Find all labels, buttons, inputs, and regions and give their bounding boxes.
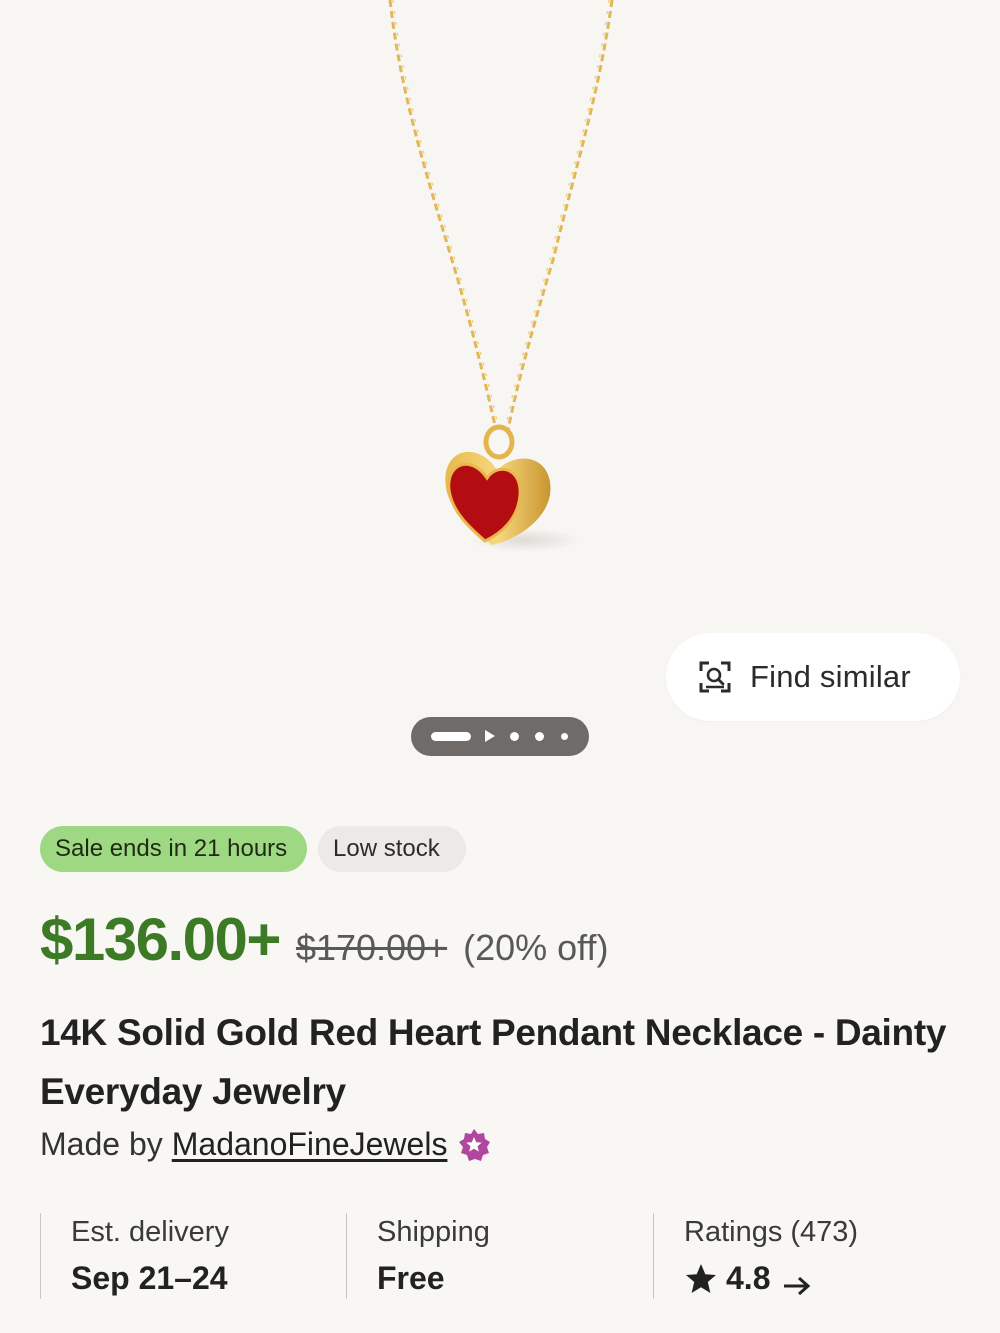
find-similar-button[interactable]: Find similar xyxy=(666,633,960,721)
pager-dot[interactable] xyxy=(535,732,544,741)
made-by-prefix: Made by xyxy=(40,1126,163,1162)
price-row: $136.00+ $170.00+ (20% off) xyxy=(40,905,609,985)
est-delivery-info: Est. delivery Sep 21–24 xyxy=(40,1213,346,1299)
sale-ends-badge: Sale ends in 21 hours xyxy=(40,826,307,872)
pager-active-indicator xyxy=(431,732,471,741)
image-search-icon xyxy=(698,660,732,694)
discount-label: (20% off) xyxy=(463,927,609,968)
product-title: 14K Solid Gold Red Heart Pendant Necklac… xyxy=(40,1012,947,1112)
made-by-line: Made by MadanoFineJewels xyxy=(40,1126,491,1163)
ratings-label: Ratings (473) xyxy=(684,1216,859,1248)
carousel-pager[interactable] xyxy=(411,717,589,756)
pager-dot[interactable] xyxy=(510,732,519,741)
delivery-value: Sep 21–24 xyxy=(71,1260,228,1296)
shop-name-link[interactable]: MadanoFineJewels xyxy=(172,1126,448,1163)
arrow-right-icon[interactable] xyxy=(782,1268,812,1295)
ratings-value-row[interactable]: 4.8 xyxy=(684,1260,973,1297)
shipping-value: Free xyxy=(377,1260,445,1296)
pager-dot[interactable] xyxy=(561,733,568,740)
rating-value: 4.8 xyxy=(726,1260,771,1296)
delivery-label: Est. delivery xyxy=(71,1216,229,1248)
shipping-info: Shipping Free xyxy=(346,1213,653,1299)
product-image-carousel[interactable]: Find similar xyxy=(0,0,1000,780)
current-price: $136.00+ xyxy=(40,906,281,973)
star-icon xyxy=(684,1262,718,1296)
original-price: $170.00+ xyxy=(295,927,448,968)
low-stock-badge: Low stock xyxy=(318,826,466,872)
ratings-info[interactable]: Ratings (473) 4.8 xyxy=(653,1213,973,1299)
video-play-icon xyxy=(485,730,495,742)
shipping-label: Shipping xyxy=(377,1216,490,1248)
find-similar-label: Find similar xyxy=(750,659,911,694)
star-seller-badge-icon[interactable] xyxy=(457,1128,491,1162)
